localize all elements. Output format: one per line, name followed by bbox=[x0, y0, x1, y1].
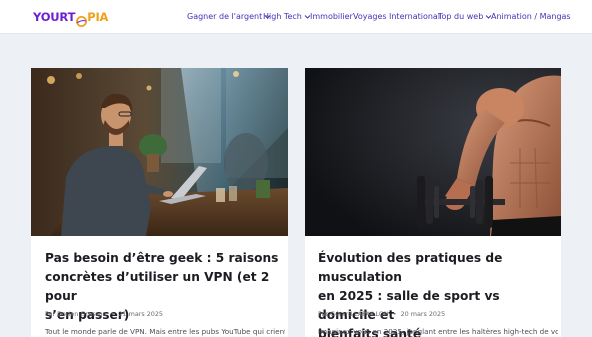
nav-label: Immobilier bbox=[310, 12, 353, 21]
article-date: 21 mars 2025 bbox=[118, 310, 163, 318]
article-title[interactable]: Évolution des pratiques de musculation e… bbox=[318, 249, 558, 337]
article-image-vpn[interactable] bbox=[31, 68, 288, 236]
article-title-line: en 2025 : salle de sport vs domicile et bbox=[318, 289, 500, 322]
article-card[interactable]: Évolution des pratiques de musculation e… bbox=[305, 68, 561, 337]
nav-top-du-web[interactable]: Top du web bbox=[438, 12, 492, 21]
nav-immobilier[interactable]: Immobilier bbox=[310, 12, 353, 21]
article-title-line: Pas besoin d’être geek : 5 raisons bbox=[45, 251, 279, 265]
article-author[interactable]: Par Gérard LAPAILLON bbox=[318, 310, 389, 318]
nav-voyages[interactable]: Voyages bbox=[353, 12, 387, 21]
nav-label: Animation / Mangas bbox=[491, 12, 571, 21]
nav-label: Voyages bbox=[353, 12, 387, 21]
nav-high-tech[interactable]: High Tech bbox=[263, 12, 311, 21]
article-image-musculation[interactable] bbox=[305, 68, 561, 236]
article-title-line: concrètes d’utiliser un VPN (et 2 pour bbox=[45, 270, 270, 303]
logo-globe-icon bbox=[75, 12, 87, 27]
meta-separator: • bbox=[390, 310, 401, 318]
nav-label: International bbox=[389, 12, 441, 21]
nav-international[interactable]: International bbox=[389, 12, 440, 21]
article-meta: Par Dorien Grasson • 21 mars 2025 bbox=[45, 310, 163, 318]
nav-gagner-argent[interactable]: Gagner de l'argent bbox=[187, 12, 271, 21]
logo-text-part1: YOURT bbox=[33, 10, 76, 24]
logo-text-part2: PIA bbox=[87, 10, 109, 24]
article-title-line: Évolution des pratiques de musculation bbox=[318, 251, 503, 284]
site-logo[interactable]: YOURT PIA bbox=[33, 10, 109, 27]
site-header: YOURT PIA Gagner de l'argent High Tech I… bbox=[0, 0, 592, 34]
nav-label: Top du web bbox=[438, 12, 484, 21]
nav-label: High Tech bbox=[263, 12, 302, 21]
article-meta: Par Gérard LAPAILLON • 20 mars 2025 bbox=[318, 310, 445, 318]
nav-animation-mangas[interactable]: Animation / Mangas bbox=[491, 12, 571, 21]
article-card[interactable]: Pas besoin d’être geek : 5 raisons concr… bbox=[31, 68, 288, 337]
article-excerpt: Tout le monde parle de VPN. Mais entre l… bbox=[45, 327, 285, 336]
article-excerpt: Imaginez-vous en 2025, jonglant entre le… bbox=[318, 327, 558, 336]
article-author[interactable]: Par Dorien Grasson bbox=[45, 310, 107, 318]
article-date: 20 mars 2025 bbox=[400, 310, 446, 318]
nav-label: Gagner de l'argent bbox=[187, 12, 263, 21]
meta-separator: • bbox=[108, 310, 119, 318]
